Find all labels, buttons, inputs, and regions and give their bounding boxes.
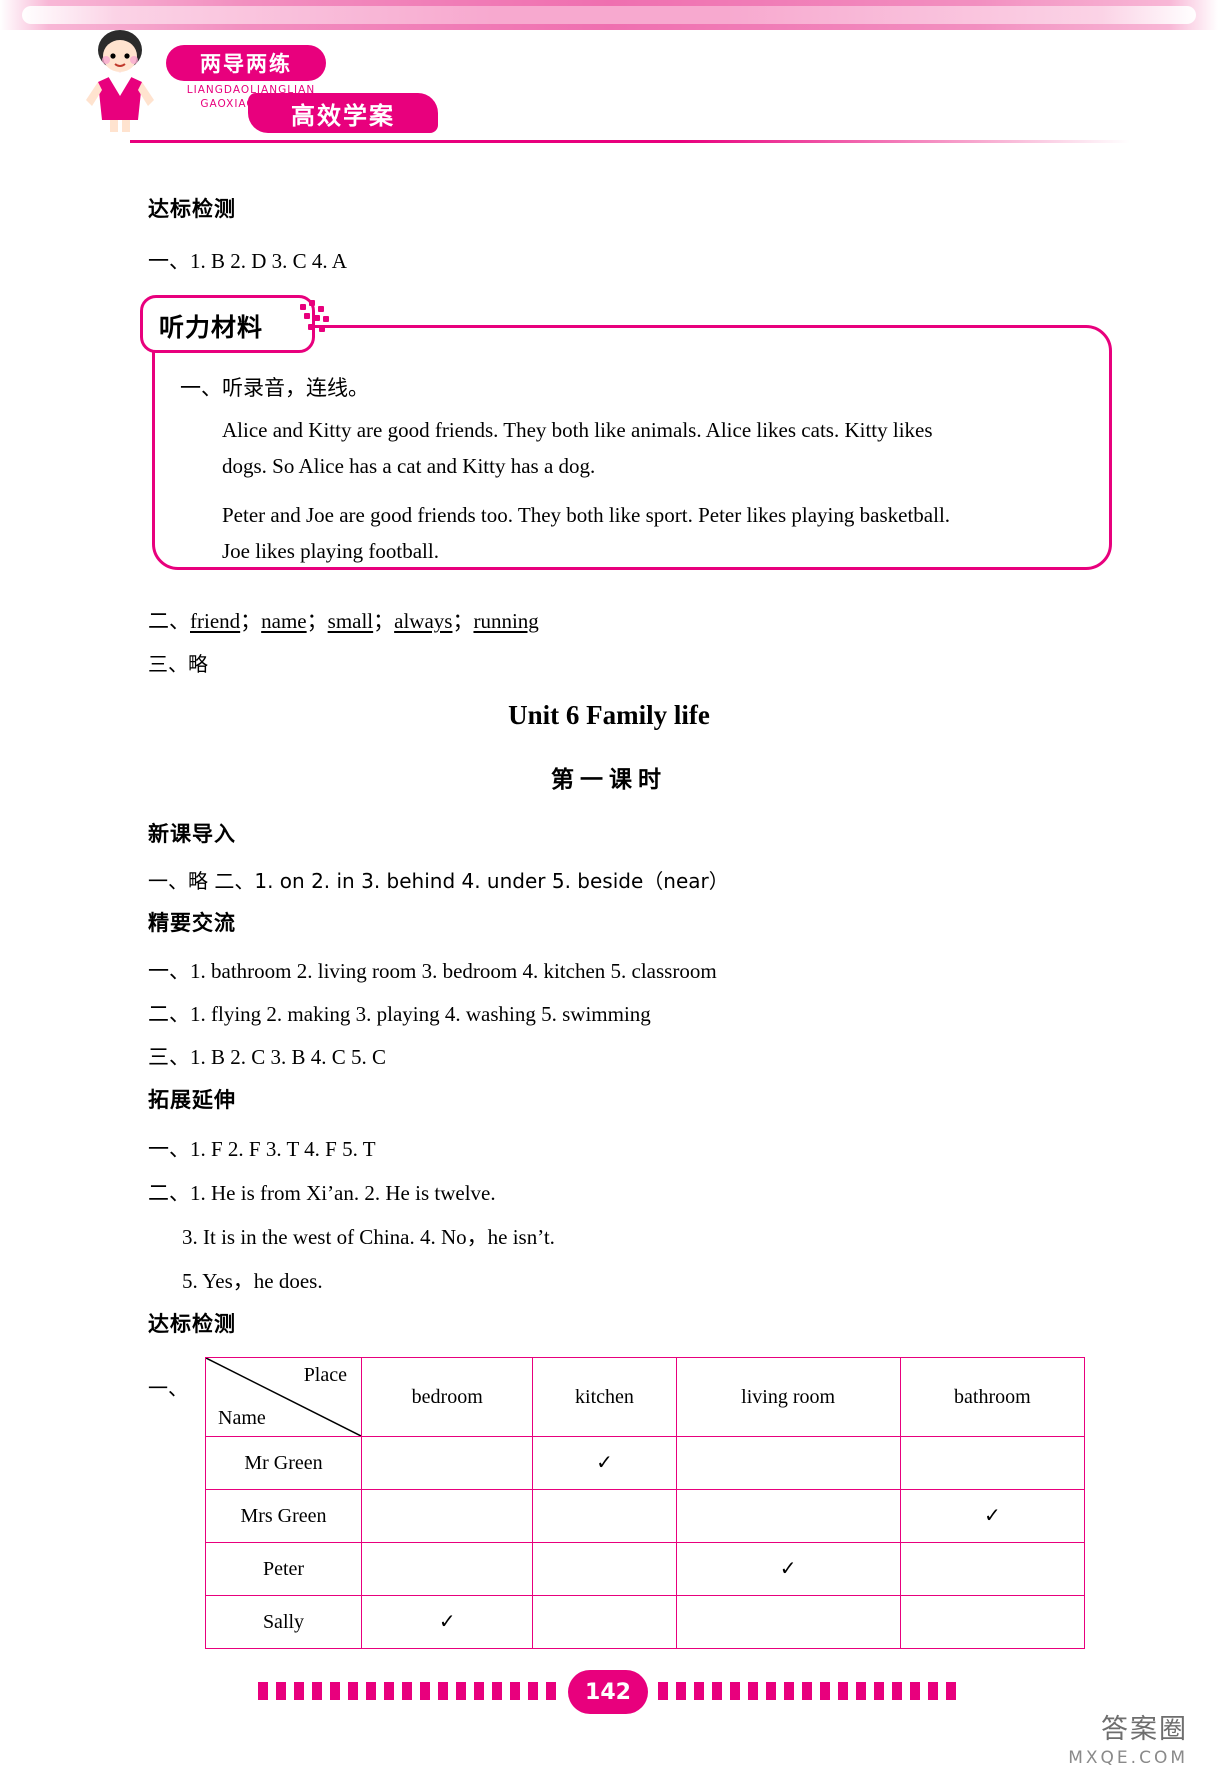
table-row: Peter ✓ bbox=[205, 1542, 1086, 1596]
top-decorative-banner bbox=[0, 0, 1218, 30]
listening-p1-line1: Alice and Kitty are good friends. They b… bbox=[222, 418, 933, 442]
answers-3: 三、略 bbox=[148, 652, 208, 676]
page-number: 142 bbox=[568, 1670, 648, 1714]
listening-item-1: 一、听录音，连线。 bbox=[180, 376, 369, 400]
table-cell-1-3: ✓ bbox=[899, 1489, 1086, 1543]
table-cell-3-2 bbox=[675, 1595, 901, 1649]
unit-title: Unit 6 Family life bbox=[508, 700, 710, 730]
table-corner-place-label: Place bbox=[303, 1364, 347, 1386]
table-cell-0-3 bbox=[899, 1436, 1086, 1490]
table-row-name-3: Sally bbox=[205, 1595, 362, 1649]
answers-2-word-1: name bbox=[261, 609, 307, 633]
table-cell-2-0 bbox=[360, 1542, 534, 1596]
table-cell-2-2: ✓ bbox=[675, 1542, 901, 1596]
table-exercise-label: 一、 bbox=[148, 1376, 188, 1400]
footer-dashes-left bbox=[258, 1682, 558, 1700]
table-cell-3-3 bbox=[899, 1595, 1086, 1649]
heading-dabiao-2: 达标检测 bbox=[148, 1312, 236, 1336]
dot-decoration-icon bbox=[300, 300, 334, 334]
listening-p2-line1: Peter and Joe are good friends too. They… bbox=[222, 503, 951, 527]
table-cell-1-1 bbox=[532, 1489, 677, 1543]
answers-tuozhan-2-line3: 5. Yes，he does. bbox=[182, 1269, 323, 1293]
table-col-header-0: bedroom bbox=[360, 1357, 534, 1437]
table-cell-2-3 bbox=[899, 1542, 1086, 1596]
answers-xinke: 一、略 二、1. on 2. in 3. behind 4. under 5. … bbox=[148, 869, 729, 893]
page-footer: 142 bbox=[258, 1670, 958, 1714]
heading-dabiao-1: 达标检测 bbox=[148, 197, 236, 221]
table-col-header-2: living room bbox=[675, 1357, 901, 1437]
lesson-title: 第一课时 bbox=[551, 767, 667, 793]
table-cell-3-0: ✓ bbox=[360, 1595, 534, 1649]
header-divider bbox=[130, 140, 1130, 143]
answers-dabiao-1: 一、1. B 2. D 3. C 4. A bbox=[148, 249, 347, 273]
table-row-name-2: Peter bbox=[205, 1542, 362, 1596]
table-cell-1-2 bbox=[675, 1489, 901, 1543]
answers-jingyao-3: 三、1. B 2. C 3. B 4. C 5. C bbox=[148, 1045, 387, 1069]
answers-2-prefix: 二、 bbox=[148, 609, 190, 633]
answers-jingyao-1: 一、1. bathroom 2. living room 3. bedroom … bbox=[148, 959, 717, 983]
listening-p2-line2: Joe likes playing football. bbox=[222, 539, 439, 563]
table-row: Mr Green ✓ bbox=[205, 1436, 1086, 1490]
watermark-en: MXQE.COM bbox=[1068, 1748, 1188, 1768]
heading-xinke: 新课导入 bbox=[148, 822, 236, 846]
brand-logo: 两导两练 LIANGDAOLIANGLIAN GAOXIAO XUEAN 高效学… bbox=[152, 45, 438, 135]
watermark: 答案圈 MXQE.COM bbox=[1008, 1707, 1188, 1768]
table-cell-0-0 bbox=[360, 1436, 534, 1490]
table-cell-2-1 bbox=[532, 1542, 677, 1596]
table-row-name-0: Mr Green bbox=[205, 1436, 362, 1490]
table-corner-name-label: Name bbox=[218, 1407, 266, 1429]
table-row: Mrs Green ✓ bbox=[205, 1489, 1086, 1543]
answers-tuozhan-2-line1: 二、1. He is from Xi’an. 2. He is twelve. bbox=[148, 1181, 496, 1205]
watermark-cn: 答案圈 bbox=[1101, 1714, 1188, 1745]
table-row: Sally ✓ bbox=[205, 1595, 1086, 1649]
table-col-header-3: bathroom bbox=[899, 1357, 1086, 1437]
footer-dashes-right bbox=[658, 1682, 958, 1700]
table-cell-3-1 bbox=[532, 1595, 677, 1649]
table-corner-cell: Place Name bbox=[205, 1357, 362, 1437]
answers-jingyao-2: 二、1. flying 2. making 3. playing 4. wash… bbox=[148, 1002, 651, 1026]
listening-p1-line2: dogs. So Alice has a cat and Kitty has a… bbox=[222, 454, 596, 478]
top-banner-inner bbox=[22, 6, 1196, 24]
answer-table: Place Name bedroom kitchen living room b… bbox=[205, 1357, 1086, 1649]
answers-tuozhan-1: 一、1. F 2. F 3. T 4. F 5. T bbox=[148, 1137, 376, 1161]
answers-2-word-3: always bbox=[394, 609, 453, 633]
mascot-girl-icon bbox=[86, 30, 154, 132]
heading-jingyao: 精要交流 bbox=[148, 911, 236, 935]
brand-logo-top: 两导两练 bbox=[166, 45, 326, 81]
table-row-name-1: Mrs Green bbox=[205, 1489, 362, 1543]
answers-2-word-4: running bbox=[473, 609, 539, 633]
page: 两导两练 LIANGDAOLIANGLIAN GAOXIAO XUEAN 高效学… bbox=[0, 0, 1218, 1792]
brand-logo-bottom: 高效学案 bbox=[248, 93, 438, 133]
table-cell-0-2 bbox=[675, 1436, 901, 1490]
listening-material-box bbox=[152, 325, 1112, 570]
listening-material-tab: 听力材料 bbox=[140, 295, 315, 353]
heading-tuozhan: 拓展延伸 bbox=[148, 1088, 236, 1112]
answers-2-word-0: friend bbox=[190, 609, 241, 633]
answers-tuozhan-2-line2: 3. It is in the west of China. 4. No，he … bbox=[182, 1225, 555, 1249]
answers-2: 二、friend；name；small；always；running bbox=[148, 609, 539, 633]
table-cell-1-0 bbox=[360, 1489, 534, 1543]
table-col-header-1: kitchen bbox=[532, 1357, 677, 1437]
listening-material-tab-label: 听力材料 bbox=[159, 313, 264, 342]
table-cell-0-1: ✓ bbox=[532, 1436, 677, 1490]
table-header-row: Place Name bedroom kitchen living room b… bbox=[205, 1357, 1086, 1437]
answers-2-word-2: small bbox=[327, 609, 374, 633]
